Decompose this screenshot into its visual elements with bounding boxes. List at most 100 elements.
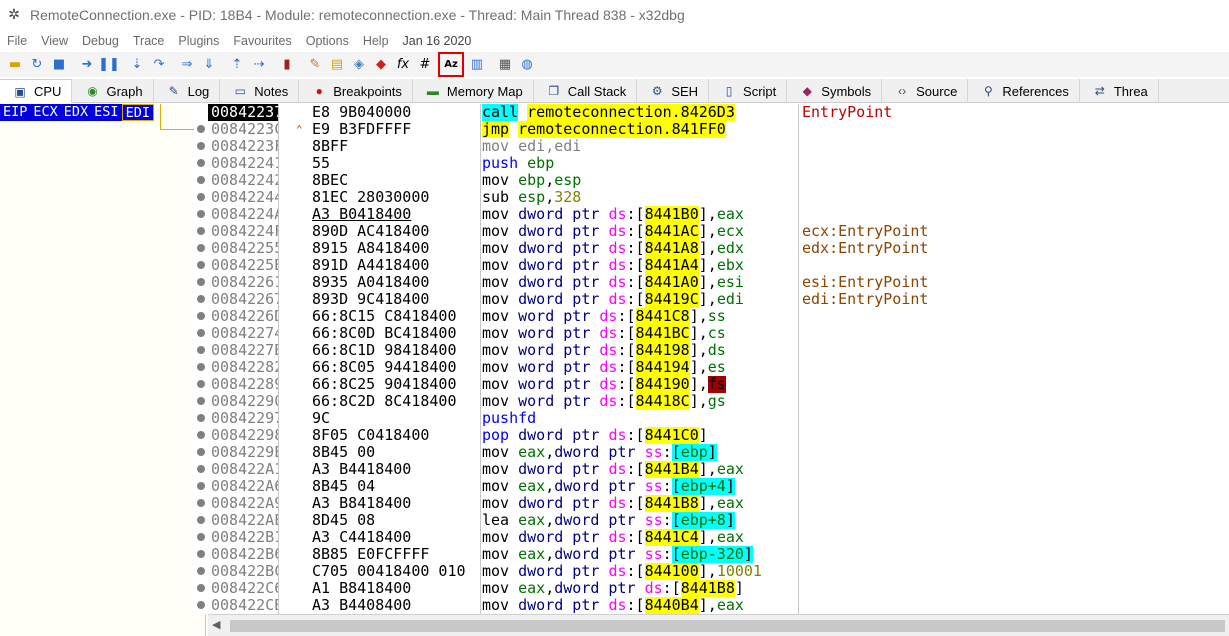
tab-source[interactable]: ‹› Source: [882, 79, 969, 103]
disasm-row[interactable]: 008422A1 A3 B4418400 mov dword ptr ds:[8…: [208, 461, 1229, 478]
tab-seh[interactable]: ⚙ SEH: [637, 79, 710, 103]
disasm-row[interactable]: 00842237 E8 9B040000 call remoteconnecti…: [208, 104, 1229, 121]
restart-icon[interactable]: ↻: [26, 54, 48, 76]
disasm-row[interactable]: 0084223F 8BFF mov edi,edi: [208, 138, 1229, 155]
breakpoint-dot[interactable]: [197, 312, 205, 320]
breakpoint-dot[interactable]: [197, 244, 205, 252]
breakpoint-dot[interactable]: [197, 584, 205, 592]
menu-file[interactable]: File: [0, 34, 34, 48]
tab-breakpoints[interactable]: ● Breakpoints: [299, 79, 413, 103]
breakpoint-dot[interactable]: [197, 533, 205, 541]
tab-graph[interactable]: ◉ Graph: [72, 79, 154, 103]
stop-icon[interactable]: ■: [48, 54, 70, 76]
breakpoint-dot[interactable]: [197, 550, 205, 558]
comment-icon[interactable]: ▤: [326, 54, 348, 76]
breakpoint-dot[interactable]: [197, 363, 205, 371]
memory-icon[interactable]: ▥: [466, 54, 488, 76]
step-over-icon[interactable]: ↷: [148, 54, 170, 76]
breakpoint-dot[interactable]: [197, 431, 205, 439]
disasm-row[interactable]: 008422A6 8B45 04 mov eax,dword ptr ss:[e…: [208, 478, 1229, 495]
function-icon[interactable]: fx: [392, 54, 414, 76]
tab-cpu[interactable]: ▣ CPU: [0, 79, 73, 103]
disasm-row[interactable]: 0084224F 890D AC418400 mov dword ptr ds:…: [208, 223, 1229, 240]
disasm-row[interactable]: 00842241 55 push ebp: [208, 155, 1229, 172]
menu-trace[interactable]: Trace: [126, 34, 172, 48]
menu-help[interactable]: Help: [356, 34, 396, 48]
breakpoint-dot[interactable]: [197, 601, 205, 609]
disasm-row[interactable]: 00842282 66:8C05 94418400 mov word ptr d…: [208, 359, 1229, 376]
scroll-thumb[interactable]: [230, 620, 1225, 632]
disasm-row[interactable]: 00842298 8F05 C0418400 pop dword ptr ds:…: [208, 427, 1229, 444]
disasm-row[interactable]: 00842255 8915 A8418400 mov dword ptr ds:…: [208, 240, 1229, 257]
breakpoint-dot[interactable]: [197, 278, 205, 286]
breakpoint-dot[interactable]: [197, 193, 205, 201]
disasm-row[interactable]: 008422BC C705 00418400 010 mov dword ptr…: [208, 563, 1229, 580]
trace-over-icon[interactable]: ⇓: [198, 54, 220, 76]
breakpoint-dot[interactable]: [197, 499, 205, 507]
scroll-left-icon[interactable]: ◀: [212, 618, 220, 631]
breakpoint-dot[interactable]: [197, 210, 205, 218]
tab-memory-map[interactable]: ▬ Memory Map: [413, 79, 534, 103]
breakpoint-dot[interactable]: [197, 482, 205, 490]
run-to-user-code-icon[interactable]: ⇢: [248, 54, 270, 76]
disasm-row[interactable]: 0084226D 66:8C15 C8418400 mov word ptr d…: [208, 308, 1229, 325]
tab-log[interactable]: ✎ Log: [154, 79, 221, 103]
tab-threads[interactable]: ⇄ Threa: [1080, 79, 1159, 103]
disasm-row[interactable]: 00842290 66:8C2D 8C418400 mov word ptr d…: [208, 393, 1229, 410]
disasm-row[interactable]: 008422C6 A1 B8418400 mov eax,dword ptr d…: [208, 580, 1229, 597]
tab-script[interactable]: ▯ Script: [709, 79, 788, 103]
web-icon[interactable]: ◍: [516, 54, 538, 76]
disasm-row[interactable]: 00842242 8BEC mov ebp,esp: [208, 172, 1229, 189]
scylla-icon[interactable]: ▮: [276, 54, 298, 76]
menu-view[interactable]: View: [34, 34, 75, 48]
menu-debug[interactable]: Debug: [75, 34, 126, 48]
tab-call-stack[interactable]: ❐ Call Stack: [534, 79, 638, 103]
breakpoint-dot[interactable]: [197, 346, 205, 354]
disasm-row[interactable]: 0084227B 66:8C1D 98418400 mov word ptr d…: [208, 342, 1229, 359]
disasm-row[interactable]: 00842261 8935 A0418400 mov dword ptr ds:…: [208, 274, 1229, 291]
breakpoint-dot[interactable]: [197, 295, 205, 303]
reg-label-esi[interactable]: ESI: [91, 104, 122, 121]
disasm-row[interactable]: 00842289 66:8C25 90418400 mov word ptr d…: [208, 376, 1229, 393]
breakpoint-dot[interactable]: [197, 465, 205, 473]
disasm-row[interactable]: 008422AE 8D45 08 lea eax,dword ptr ss:[e…: [208, 512, 1229, 529]
disasm-row[interactable]: 0084223C ⌃ E9 B3FDFFFF jmp remoteconnect…: [208, 121, 1229, 138]
breakpoint-dot[interactable]: [197, 448, 205, 456]
menu-favourites[interactable]: Favourites: [226, 34, 298, 48]
breakpoint-dot[interactable]: [197, 414, 205, 422]
reg-label-edx[interactable]: EDX: [60, 104, 92, 121]
tab-symbols[interactable]: ◆ Symbols: [787, 79, 883, 103]
disassembly-view[interactable]: 00842237 E8 9B040000 call remoteconnecti…: [208, 104, 1229, 614]
hash-icon[interactable]: #: [414, 54, 436, 76]
disasm-row[interactable]: 008422A9 A3 B8418400 mov dword ptr ds:[8…: [208, 495, 1229, 512]
breakpoint-dot[interactable]: [197, 176, 205, 184]
disasm-row[interactable]: 0084229E 8B45 00 mov eax,dword ptr ss:[e…: [208, 444, 1229, 461]
disasm-row[interactable]: 00842267 893D 9C418400 mov dword ptr ds:…: [208, 291, 1229, 308]
tab-references[interactable]: ⚲ References: [968, 79, 1080, 103]
breakpoint-dot[interactable]: [197, 516, 205, 524]
step-into-icon[interactable]: ⇣: [126, 54, 148, 76]
font-toggle-icon[interactable]: Aᴢ: [438, 52, 464, 77]
run-icon[interactable]: ➜: [76, 54, 98, 76]
breakpoint-dot[interactable]: [197, 397, 205, 405]
disasm-row[interactable]: 008422B1 A3 C4418400 mov dword ptr ds:[8…: [208, 529, 1229, 546]
disasm-row[interactable]: 00842297 9C pushfd: [208, 410, 1229, 427]
disasm-row[interactable]: 008422CB A3 B4408400 mov dword ptr ds:[8…: [208, 597, 1229, 614]
pause-icon[interactable]: ❚❚: [98, 54, 120, 76]
breakpoint-dot[interactable]: [197, 125, 205, 133]
breakpoint-dot[interactable]: [197, 380, 205, 388]
label-icon[interactable]: ◈: [348, 54, 370, 76]
execute-till-return-icon[interactable]: ⇡: [226, 54, 248, 76]
disasm-row[interactable]: 00842244 81EC 28030000 sub esp,328: [208, 189, 1229, 206]
breakpoint-dot[interactable]: [197, 159, 205, 167]
open-icon[interactable]: ▬: [4, 54, 26, 76]
breakpoint-dot[interactable]: [197, 261, 205, 269]
disasm-row[interactable]: 00842274 66:8C0D BC418400 mov word ptr d…: [208, 325, 1229, 342]
reg-label-ecx[interactable]: ECX: [30, 104, 61, 121]
tab-notes[interactable]: ▭ Notes: [220, 79, 300, 103]
horizontal-scrollbar[interactable]: ◀: [208, 614, 1229, 636]
reg-label-edi[interactable]: EDI: [121, 104, 154, 121]
trace-into-icon[interactable]: ⇒: [176, 54, 198, 76]
disasm-row[interactable]: 008422B6 8B85 E0FCFFFF mov eax,dword ptr…: [208, 546, 1229, 563]
disasm-row[interactable]: 0084224A A3 B0418400 mov dword ptr ds:[8…: [208, 206, 1229, 223]
